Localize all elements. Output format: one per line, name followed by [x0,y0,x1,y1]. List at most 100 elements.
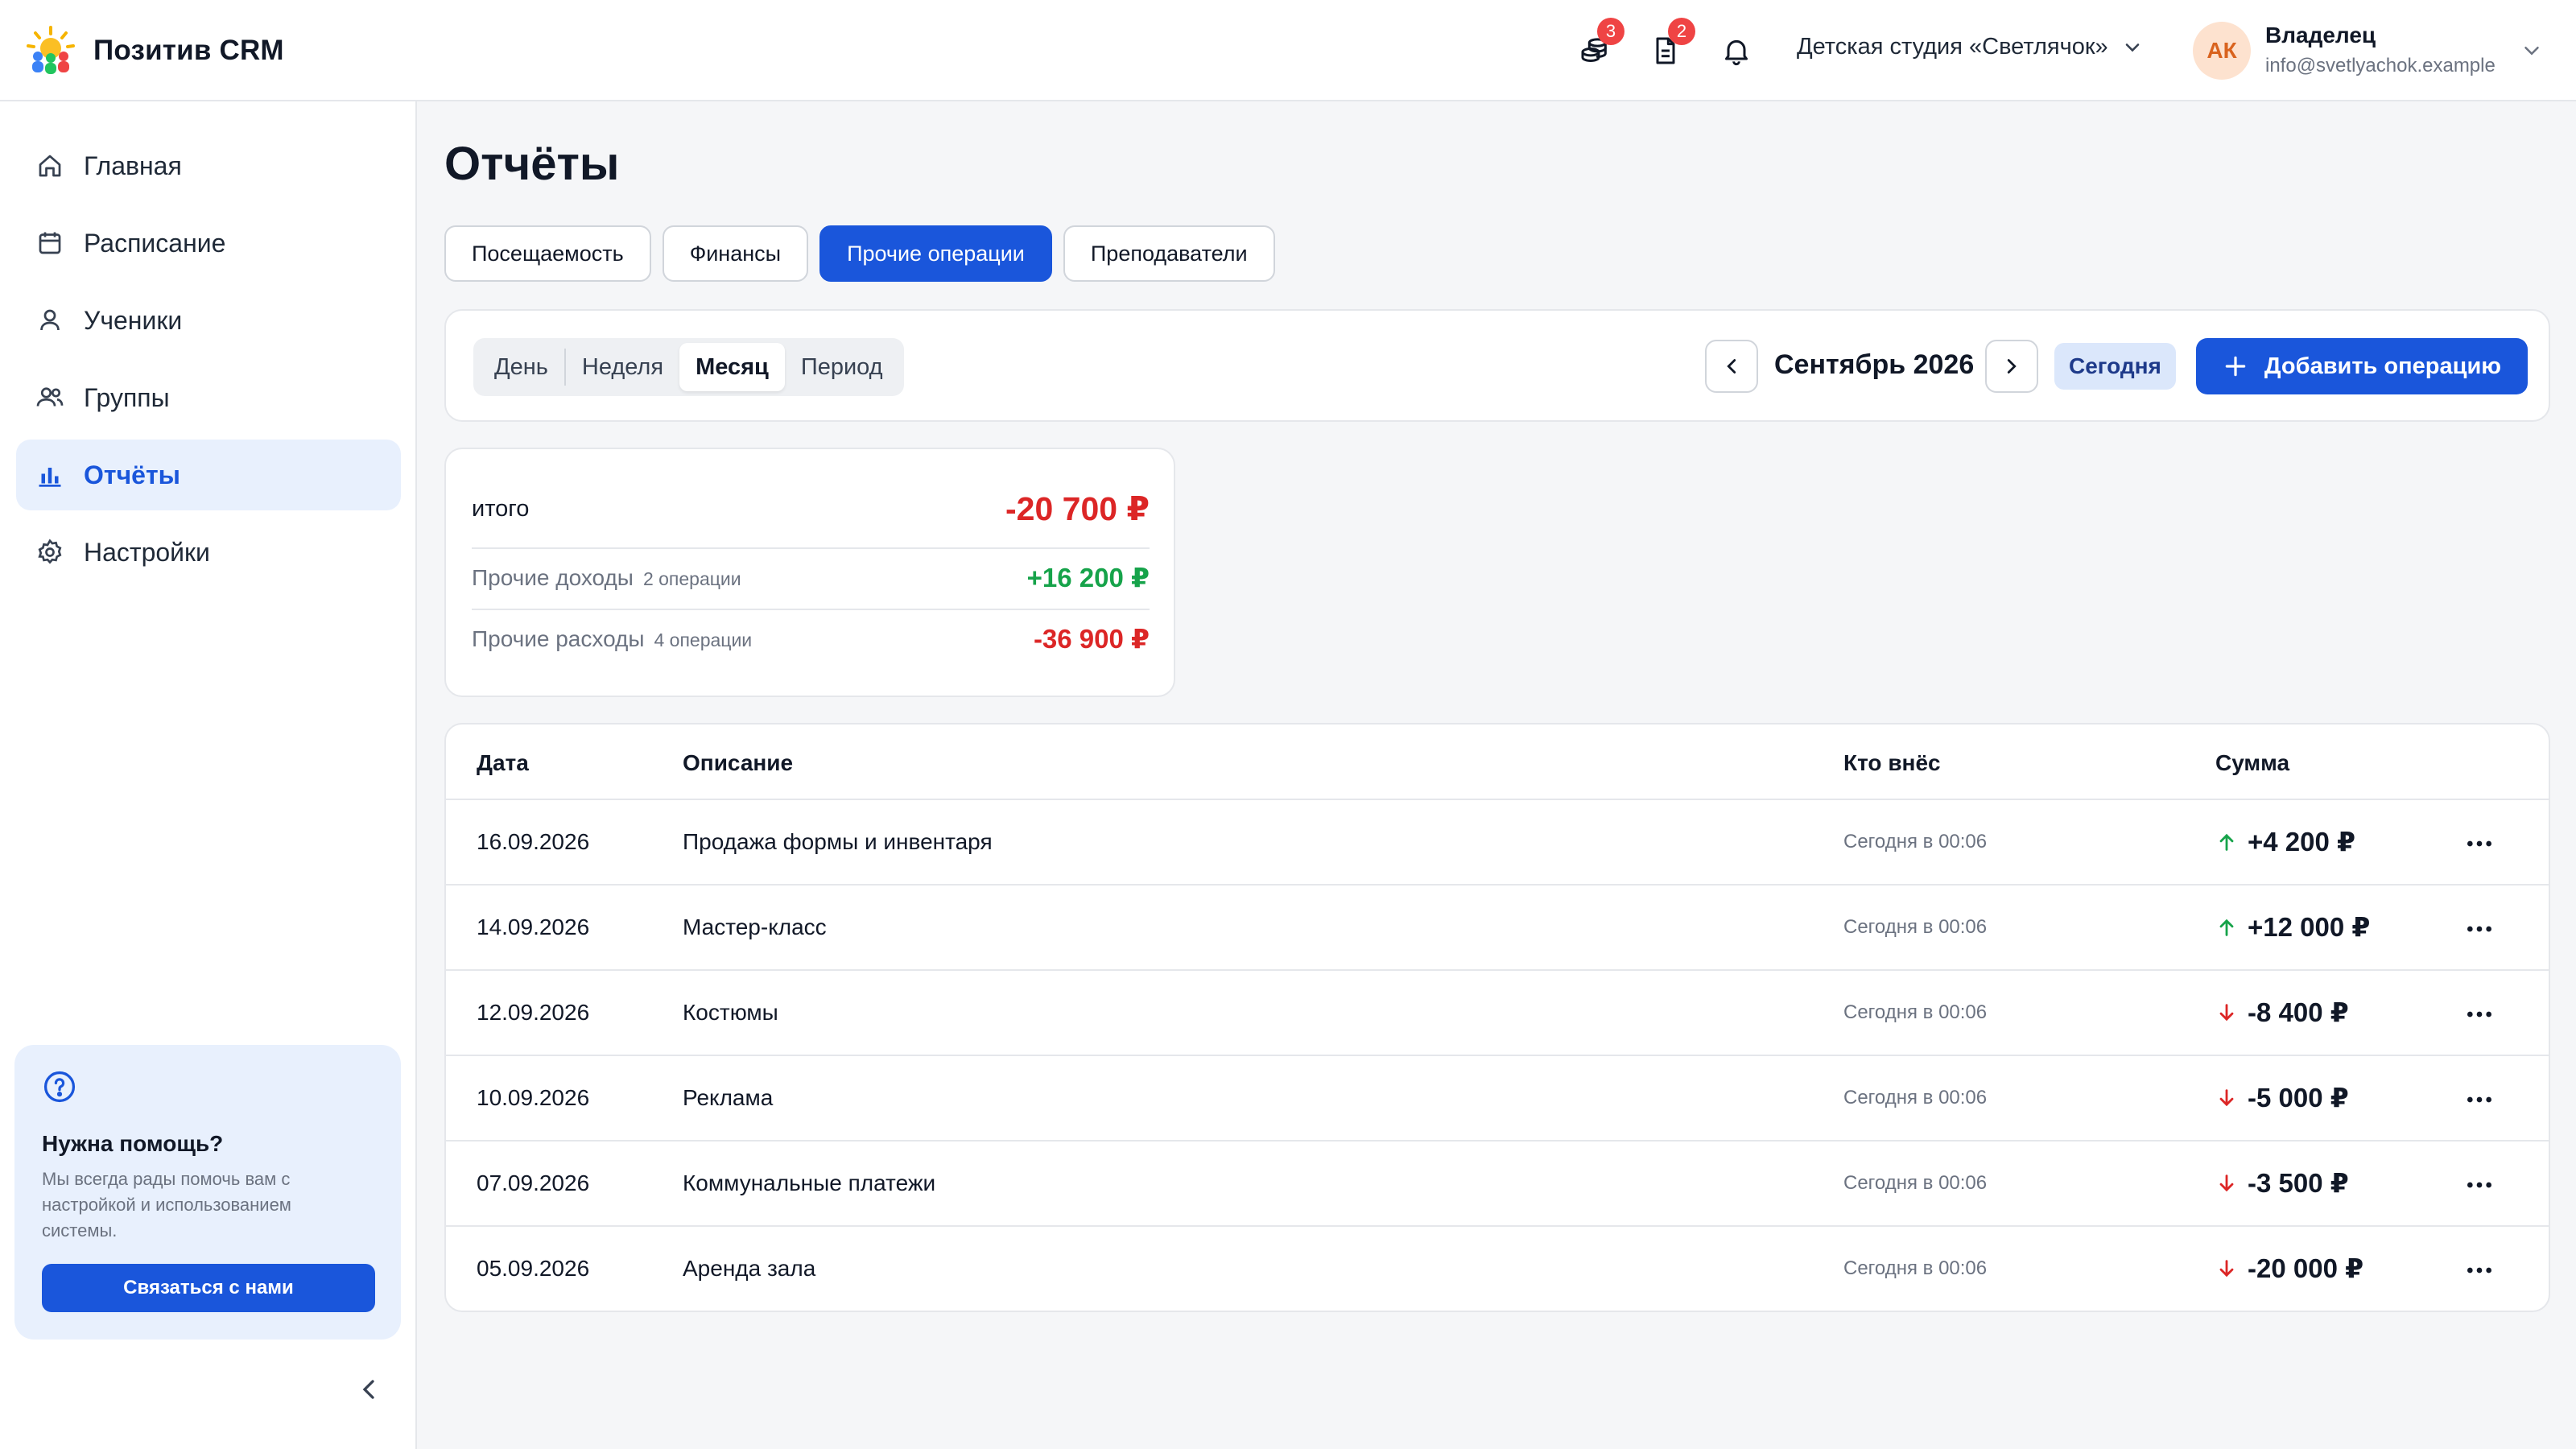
cell-amount: -8 400 ₽ [2215,997,2349,1028]
summary-card: итого -20 700 ₽ Прочие доходы 2 операции … [444,448,1175,697]
chevron-down-icon[interactable] [2520,39,2544,63]
current-month: Сентябрь 2026 [1774,349,1975,380]
table-row[interactable]: 16.09.2026 Продажа формы и инвентаря Сегод… [446,800,2549,886]
cell-author: Сегодня в 00:06 [1843,831,1988,852]
more-options-icon[interactable] [2463,828,2496,860]
more-options-icon[interactable] [2463,1084,2496,1116]
payments-button[interactable]: 3 [1576,18,1624,69]
sidebar-item-label: Расписание [84,228,226,258]
help-title: Нужна помощь? [42,1131,224,1156]
summary-expense-label: Прочие расходы 4 операции [472,626,752,652]
expense-count: 4 операции [654,629,753,650]
report-tabs: Посещаемость Финансы Прочие операции Пре… [444,225,1286,282]
arrow-up-icon [2219,919,2234,936]
sidebar-item-reports[interactable]: Отчёты [16,440,401,510]
chevron-left-icon [1727,359,1736,374]
summary-income-row: Прочие доходы 2 операции +16 200 ₽ [472,562,1150,593]
cell-description: Костюмы [683,1000,778,1025]
table-row[interactable]: 10.09.2026 Реклама Сегодня в 00:06 -5 000 ₽ [446,1056,2549,1141]
more-options-icon[interactable] [2463,1254,2496,1286]
arrow-down-icon [2219,1088,2234,1106]
cell-author: Сегодня в 00:06 [1843,1001,1988,1023]
table-row[interactable]: 12.09.2026 Костюмы Сегодня в 00:06 -8 400 ₽ [446,971,2549,1056]
collapse-sidebar-icon[interactable] [353,1373,385,1406]
notifications-button[interactable] [1718,32,1755,69]
amount-value: -8 400 ₽ [2248,997,2349,1027]
cell-description: Реклама [683,1085,774,1110]
expense-label: Прочие расходы [472,625,645,651]
more-options-icon[interactable] [2463,998,2496,1030]
amount-value: +12 000 ₽ [2248,912,2371,942]
sidebar: Главная Расписание Ученики Группы Отчёты… [0,101,417,1449]
cell-amount: +4 200 ₽ [2215,826,2355,857]
help-text: Мы всегда рады помочь вам с настройкой и… [42,1169,291,1241]
users-icon [36,387,64,407]
table-row[interactable]: 05.09.2026 Аренда зала Сегодня в 00:06 -20 … [446,1227,2549,1311]
period-month[interactable]: Месяц [679,343,785,391]
brand[interactable]: Позитив CRM [24,24,284,77]
more-options-icon[interactable] [2463,913,2496,945]
cell-author: Сегодня в 00:06 [1843,1257,1988,1279]
tab-attendance[interactable]: Посещаемость [444,225,651,282]
help-card: Нужна помощь? Мы всегда рады помочь вам … [14,1045,401,1340]
sidebar-item-groups[interactable]: Группы [16,362,401,433]
calendar-icon [39,232,61,254]
brand-logo-icon [27,26,75,74]
cell-amount: -20 000 ₽ [2215,1253,2363,1284]
amount-value: +4 200 ₽ [2248,827,2355,857]
tab-teachers[interactable]: Преподаватели [1063,225,1275,282]
cell-date: 14.09.2026 [477,914,590,939]
user-menu[interactable]: Владелец info@svetlyachok.example [2265,23,2496,77]
chevron-down-icon [2125,43,2139,52]
prev-month-button[interactable] [1705,340,1758,393]
chevron-right-icon [2007,359,2017,374]
user-name: Владелец [2265,23,2376,47]
period-toolbar: День Неделя Месяц Период Сентябрь 2026 С… [444,309,2550,422]
plus-icon [2225,356,2246,377]
amount-value: -3 500 ₽ [2248,1168,2349,1198]
sidebar-item-schedule[interactable]: Расписание [16,208,401,279]
table-row[interactable]: 07.09.2026 Коммунальные платежи Сегодня в … [446,1141,2549,1227]
studio-selector[interactable]: Детская студия «Светлячок» [1797,34,2144,60]
amount-value: -5 000 ₽ [2248,1083,2349,1113]
today-button[interactable]: Сегодня [2054,343,2176,390]
cell-author: Сегодня в 00:06 [1843,916,1988,938]
gear-icon [38,539,62,564]
cell-description: Аренда зала [683,1256,816,1281]
more-options-icon[interactable] [2463,1169,2496,1201]
cell-date: 12.09.2026 [477,1000,590,1025]
cell-description: Продажа формы и инвентаря [683,829,993,854]
contact-us-button[interactable]: Связаться с нами [42,1264,375,1312]
cell-amount: -5 000 ₽ [2215,1082,2349,1113]
arrow-down-icon [2219,1259,2234,1277]
top-header: Позитив CRM 3 2 Детская студия «Светлячо… [0,0,2576,101]
arrow-down-icon [2219,1003,2234,1021]
arrow-down-icon [2219,1174,2234,1191]
summary-expense-value: -36 900 ₽ [1033,624,1150,654]
bell-icon [1725,39,1748,66]
sidebar-item-settings[interactable]: Настройки [16,517,401,588]
avatar[interactable]: АК [2193,22,2251,80]
cell-description: Мастер-класс [683,914,827,939]
chart-icon [39,468,61,487]
sidebar-item-students[interactable]: Ученики [16,285,401,356]
brand-name: Позитив CRM [93,35,284,66]
amount-value: -20 000 ₽ [2248,1253,2364,1283]
add-operation-button[interactable]: Добавить операцию [2196,338,2528,394]
tab-finance[interactable]: Финансы [662,225,809,282]
next-month-button[interactable] [1985,340,2038,393]
sidebar-item-label: Отчёты [84,460,180,489]
cell-author: Сегодня в 00:06 [1843,1172,1988,1194]
column-author: Кто внёс [1843,750,1941,775]
column-amount: Сумма [2215,750,2290,775]
cell-date: 10.09.2026 [477,1085,590,1110]
documents-button[interactable]: 2 [1647,18,1695,69]
period-day[interactable]: День [478,343,564,391]
column-description: Описание [683,750,794,775]
period-range[interactable]: Период [785,343,899,391]
summary-total-value: -20 700 ₽ [1005,490,1150,527]
period-week[interactable]: Неделя [566,343,679,391]
tab-other-operations[interactable]: Прочие операции [819,225,1052,282]
sidebar-item-home[interactable]: Главная [16,130,401,201]
table-row[interactable]: 14.09.2026 Мастер-класс Сегодня в 00:06 +12… [446,886,2549,971]
